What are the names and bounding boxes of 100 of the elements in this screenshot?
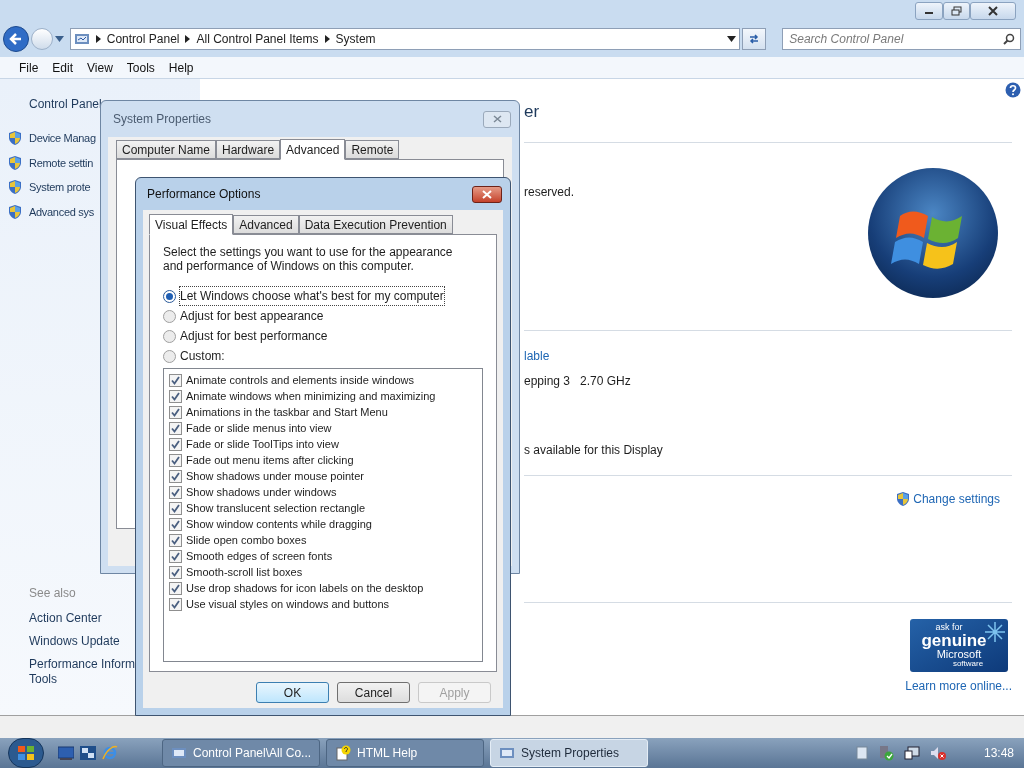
checkbox-label[interactable]: Use drop shadows for icon labels on the desktop [186,579,424,597]
sidebar-link[interactable]: Device Manag [29,130,96,147]
control-panel-icon [171,746,187,760]
tab[interactable]: Advanced [233,215,299,234]
checkbox-label[interactable]: Show window contents while dragging [186,515,372,533]
tab[interactable]: Data Execution Prevention [298,215,453,234]
radio-label[interactable]: Adjust for best performance [180,327,328,345]
checkbox[interactable] [169,453,182,467]
dialog-button[interactable]: Cancel [337,682,410,703]
menu-item[interactable]: File [19,58,39,77]
maximize-button[interactable] [943,2,970,20]
tab[interactable]: Visual Effects [149,214,234,235]
checkbox-label[interactable]: Slide open combo boxes [186,531,307,549]
muted-speaker-icon[interactable] [929,745,946,761]
radio-label[interactable]: Let Windows choose what's best for my computer [180,287,444,305]
breadcrumb[interactable]: System [335,30,376,48]
processor-value: epping 3 2.70 GHz [524,373,631,390]
checkbox-label[interactable]: Animations in the taskbar and Start Menu [186,403,388,421]
sidebar-link[interactable]: Windows Update [29,634,136,649]
menu-item[interactable]: Tools [126,58,155,77]
tab[interactable]: Hardware [216,140,281,159]
sidebar-link[interactable]: Remote settin [29,154,93,171]
sidebar-link[interactable]: Action Center [29,611,136,626]
back-button[interactable] [3,26,29,52]
radio-button[interactable] [163,349,176,363]
sidebar-link[interactable]: Advanced sys [29,203,94,220]
menu-item[interactable]: View [87,58,113,77]
radio-label[interactable]: Adjust for best appearance [180,307,324,325]
help-icon[interactable] [1005,82,1021,98]
checkbox[interactable] [169,389,182,403]
checkbox-label[interactable]: Animate controls and elements inside windows [186,371,415,389]
taskbar-button[interactable]: Control Panel\All Co... [162,739,320,767]
sidebar-link[interactable]: Performance Inform Tools [29,657,136,687]
checkbox-label[interactable]: Show shadows under mouse pointer [186,467,364,485]
search-field[interactable]: Search Control Panel [782,28,1021,50]
rating-link[interactable]: lable [524,347,550,365]
radio-button[interactable] [163,289,176,303]
chevron-icon [185,35,191,43]
breadcrumb[interactable]: Control Panel [106,30,180,48]
checkbox[interactable] [169,517,182,531]
clock[interactable]: 13:48 [983,744,1014,762]
learn-more-link[interactable]: Learn more online... [905,677,1012,695]
tab[interactable]: Remote [345,140,400,159]
star-icon [985,622,1005,642]
dialog-title: System Properties [113,111,212,128]
checkbox-label[interactable]: Fade or slide menus into view [186,419,332,437]
sidebar-link[interactable]: Control Panel [7,95,102,113]
checkbox-label[interactable]: Use visual styles on windows and buttons [186,595,389,613]
control-panel-icon [73,32,90,46]
menu-item[interactable]: Help [168,58,194,77]
checkbox[interactable] [169,485,182,499]
address-field[interactable]: Control Panel All Control Panel Items System [69,28,741,50]
network-icon[interactable] [903,745,920,761]
checkbox[interactable] [169,501,182,515]
checkbox-label[interactable]: Fade out menu items after clicking [186,451,354,469]
close-button[interactable] [472,185,502,203]
shield-icon [7,203,23,220]
checkbox[interactable] [169,565,182,579]
document-icon[interactable] [855,746,868,760]
checkbox[interactable] [169,597,182,611]
chevron-icon [95,35,101,43]
search-icon [1003,33,1015,45]
chevron-icon [324,35,330,43]
checkbox[interactable] [169,581,182,595]
page-title: er [524,101,540,123]
checkbox-label[interactable]: Fade or slide ToolTips into view [186,435,339,453]
dialog-button[interactable]: OK [256,682,329,703]
help-file-icon [335,745,351,761]
checkbox[interactable] [169,469,182,483]
checkbox-label[interactable]: Smooth edges of screen fonts [186,547,333,565]
genuine-badge[interactable]: ask for genuine Microsoft software [910,619,1008,672]
checkbox[interactable] [169,405,182,419]
dropdown-icon[interactable] [727,36,737,42]
radio-label[interactable]: Custom: [180,347,225,365]
breadcrumb[interactable]: All Control Panel Items [196,30,319,48]
pen-touch-value: s available for this Display [524,442,663,459]
radio-button[interactable] [163,329,176,343]
sidebar-link[interactable]: System prote [29,179,91,196]
tab[interactable]: Computer Name [116,140,217,159]
checkbox[interactable] [169,549,182,563]
checkbox[interactable] [169,373,182,387]
refresh-button[interactable] [742,28,767,50]
checkbox-label[interactable]: Show shadows under windows [186,483,337,501]
checkbox[interactable] [169,533,182,547]
taskbar-button[interactable]: System Properties [490,739,648,767]
checkbox-label[interactable]: Smooth-scroll list boxes [186,563,303,581]
radio-button[interactable] [163,309,176,323]
checkbox[interactable] [169,421,182,435]
checkbox-label[interactable]: Show translucent selection rectangle [186,499,366,517]
tab[interactable]: Advanced [280,139,346,160]
taskbar-button[interactable]: HTML Help [326,739,484,767]
menu-item[interactable]: Edit [52,58,74,77]
checkbox[interactable] [169,437,182,451]
dialog-title: Performance Options [147,186,261,203]
change-settings-link[interactable]: Change settings [895,490,1000,508]
close-button[interactable] [970,2,1016,20]
start-button[interactable] [8,738,44,768]
switch-windows-icon[interactable] [80,746,96,760]
checkbox-label[interactable]: Animate windows when minimizing and maximizing [186,387,436,405]
minimize-button[interactable] [915,2,943,20]
